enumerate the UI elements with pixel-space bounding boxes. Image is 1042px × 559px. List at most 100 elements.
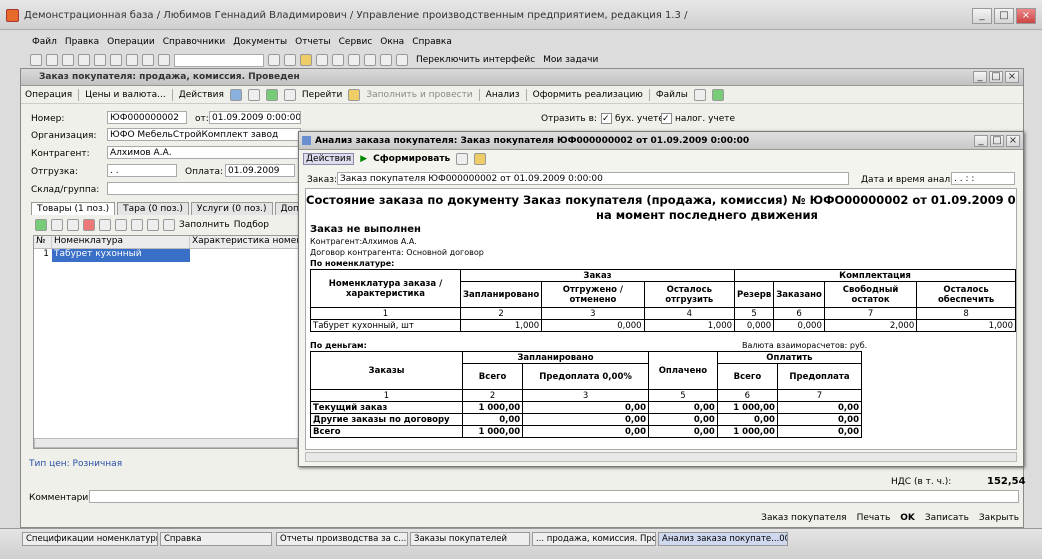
calendar-icon[interactable] (332, 54, 344, 66)
select-button[interactable]: Подбор (234, 220, 269, 230)
order-field[interactable]: Заказ покупателя ЮФ000000002 от 01.09.20… (337, 172, 849, 185)
doc-minimize-button[interactable]: _ (973, 71, 987, 83)
post-icon[interactable] (229, 89, 242, 101)
print-button[interactable]: Печать (857, 513, 891, 523)
write-button[interactable]: Записать (925, 513, 969, 523)
generate-button[interactable]: Сформировать (373, 154, 450, 164)
find-icon[interactable] (268, 54, 280, 66)
move-up-icon[interactable] (115, 219, 127, 231)
table-row[interactable]: 1 Табурет кухонный (34, 249, 298, 262)
settings-panel-icon[interactable] (456, 153, 469, 165)
analysis-minimize-button[interactable]: _ (974, 135, 988, 147)
doc-list-icon[interactable] (247, 89, 260, 101)
prices-currency-button[interactable]: Цены и валюта... (85, 90, 166, 100)
cut-icon[interactable] (78, 54, 90, 66)
edit-row-icon[interactable] (67, 219, 79, 231)
redo-icon[interactable] (158, 54, 170, 66)
search-field[interactable] (174, 53, 264, 67)
delete-row-icon[interactable] (83, 219, 95, 231)
tax-checkbox[interactable]: ✓ (661, 113, 672, 124)
menu-documents[interactable]: Документы (233, 37, 287, 47)
order-print-button[interactable]: Заказ покупателя (761, 513, 846, 523)
write-icon[interactable] (265, 89, 278, 101)
menu-help[interactable]: Справка (412, 37, 452, 47)
menu-service[interactable]: Сервис (339, 37, 373, 47)
task-order-document[interactable]: ... продажа, комиссия. Про... (532, 532, 656, 546)
contractor-field[interactable]: Алхимов А.А. (107, 146, 301, 159)
refresh-icon[interactable] (711, 89, 724, 101)
analysis-close-button[interactable]: × (1006, 135, 1020, 147)
pay-date-field[interactable]: 01.09.2009 (225, 164, 295, 177)
open-icon[interactable] (46, 54, 58, 66)
pin-icon[interactable] (396, 54, 408, 66)
move-down-icon[interactable] (131, 219, 143, 231)
price-type-link[interactable]: Тип цен: Розничная (29, 459, 122, 469)
analysis-actions-menu[interactable]: Действия (303, 153, 355, 165)
acc-checkbox[interactable]: ✓ (601, 113, 612, 124)
goods-grid[interactable]: № Номенклатура Характеристика номенклат … (33, 235, 299, 449)
tab-goods[interactable]: Товары (1 поз.) (31, 202, 116, 215)
datetime-field[interactable]: . . : : (951, 172, 1015, 185)
end-edit-icon[interactable] (99, 219, 111, 231)
menu-catalogs[interactable]: Справочники (163, 37, 226, 47)
copy-row-icon[interactable] (51, 219, 63, 231)
grid-scrollbar[interactable] (34, 438, 298, 448)
doc-maximize-button[interactable]: □ (989, 71, 1003, 83)
menu-edit[interactable]: Правка (65, 37, 99, 47)
ship-date-field[interactable]: . . (107, 164, 177, 177)
task-production-reports[interactable]: Отчеты производства за с... (276, 532, 408, 546)
task-customer-orders[interactable]: Заказы покупателей (410, 532, 530, 546)
fill-post-button[interactable]: Заполнить и провести (366, 90, 472, 100)
memory-m-icon[interactable] (348, 54, 360, 66)
menu-file[interactable]: Файл (32, 37, 57, 47)
task-specifications[interactable]: Спецификации номенклатуры (22, 532, 158, 546)
memory-minus-icon[interactable] (380, 54, 392, 66)
date-field[interactable]: 01.09.2009 0:00:00 (209, 111, 301, 124)
print-icon[interactable] (126, 54, 138, 66)
close-button[interactable]: × (1016, 8, 1036, 24)
calc-icon[interactable] (316, 54, 328, 66)
my-tasks-button[interactable]: Мои задачи (543, 55, 598, 65)
new-icon[interactable] (30, 54, 42, 66)
ok-button[interactable]: OK (900, 513, 915, 523)
copy-icon[interactable] (94, 54, 106, 66)
minimize-button[interactable]: _ (972, 8, 992, 24)
info-icon[interactable] (300, 54, 312, 66)
org-field[interactable]: ЮФО МебельСтройКомплект завод (107, 128, 301, 141)
paste-icon[interactable] (110, 54, 122, 66)
close-doc-button[interactable]: Закрыть (979, 513, 1019, 523)
maximize-button[interactable]: □ (994, 8, 1014, 24)
menu-windows[interactable]: Окна (380, 37, 404, 47)
sort-icon[interactable] (147, 219, 159, 231)
doc-close-button[interactable]: × (1005, 71, 1019, 83)
comment-field[interactable] (89, 490, 1019, 503)
save-icon[interactable] (62, 54, 74, 66)
menu-reports[interactable]: Отчеты (295, 37, 331, 47)
goto-menu[interactable]: Перейти (302, 90, 343, 100)
help-icon[interactable] (348, 89, 361, 101)
settings-icon[interactable] (693, 89, 706, 101)
warehouse-field[interactable] (107, 182, 301, 195)
operation-menu[interactable]: Операция (25, 90, 72, 100)
analysis-maximize-button[interactable]: □ (990, 135, 1004, 147)
tab-services[interactable]: Услуги (0 поз.) (190, 202, 273, 215)
add-row-icon[interactable] (35, 219, 47, 231)
report-hscroll[interactable] (305, 452, 1017, 462)
memory-plus-icon[interactable] (364, 54, 376, 66)
tab-tare[interactable]: Тара (0 поз.) (117, 202, 189, 215)
fill-menu[interactable]: Заполнить (179, 220, 230, 230)
barcode-icon[interactable] (163, 219, 175, 231)
analysis-button[interactable]: Анализ (486, 90, 520, 100)
files-button[interactable]: Файлы (656, 90, 688, 100)
make-sale-button[interactable]: Оформить реализацию (533, 90, 643, 100)
switch-interface-button[interactable]: Переключить интерфейс (416, 55, 535, 65)
structure-icon[interactable] (283, 89, 296, 101)
report-sheet[interactable]: Состояние заказа по документу Заказ поку… (305, 188, 1017, 450)
find-next-icon[interactable] (284, 54, 296, 66)
number-field[interactable]: ЮФ000000002 (107, 111, 187, 124)
task-order-analysis[interactable]: Анализ заказа покупате...00 (658, 532, 788, 546)
menu-operations[interactable]: Операции (107, 37, 155, 47)
undo-icon[interactable] (142, 54, 154, 66)
analysis-help-icon[interactable] (474, 153, 487, 165)
actions-menu[interactable]: Действия (179, 90, 224, 100)
